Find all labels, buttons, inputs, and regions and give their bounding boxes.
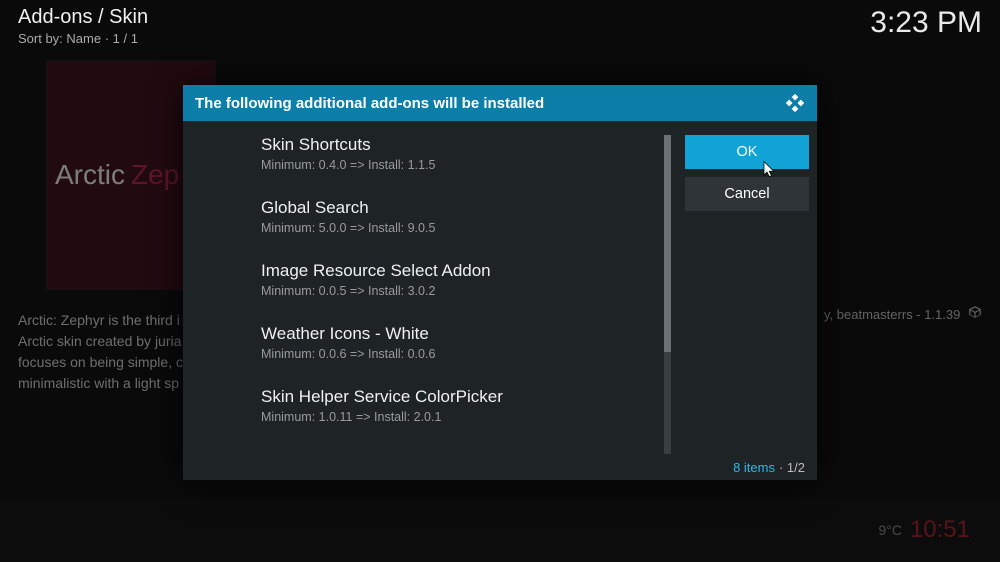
dialog-header: The following additional add-ons will be… xyxy=(183,85,817,121)
bottom-status-bar: 9°C 10:51 xyxy=(0,498,1000,562)
weather-temp: 9°C xyxy=(878,522,902,538)
scroll-thumb[interactable] xyxy=(664,135,671,352)
addon-version-info: Minimum: 0.4.0 => Install: 1.1.5 xyxy=(261,158,657,172)
list-item[interactable]: Global Search Minimum: 5.0.0 => Install:… xyxy=(261,198,657,235)
skin-version-meta: y, beatmasterrs - 1.1.39 xyxy=(824,305,982,322)
scrollbar[interactable] xyxy=(664,135,671,454)
addon-name: Weather Icons - White xyxy=(261,324,657,344)
addon-version-info: Minimum: 1.0.11 => Install: 2.0.1 xyxy=(261,410,657,424)
clock: 3:23 PM xyxy=(870,6,982,40)
page-indicator: · 1/2 xyxy=(779,460,805,475)
list-item[interactable]: Weather Icons - White Minimum: 0.0.6 => … xyxy=(261,324,657,361)
addon-name: Global Search xyxy=(261,198,657,218)
addon-name: Skin Helper Service ColorPicker xyxy=(261,387,657,407)
dialog-title: The following additional add-ons will be… xyxy=(195,95,544,112)
bottom-time: 10:51 xyxy=(910,516,970,544)
kodi-logo-icon xyxy=(785,93,805,113)
ok-button[interactable]: OK xyxy=(685,135,809,169)
addon-name: Image Resource Select Addon xyxy=(261,261,657,281)
dialog-footer: 8 items · 1/2 xyxy=(183,454,817,480)
breadcrumb: Add-ons / Skin xyxy=(18,6,148,29)
addon-name: Skin Shortcuts xyxy=(261,135,657,155)
list-item[interactable]: Image Resource Select Addon Minimum: 0.0… xyxy=(261,261,657,298)
addon-version-info: Minimum: 5.0.0 => Install: 9.0.5 xyxy=(261,221,657,235)
addon-version-info: Minimum: 0.0.5 => Install: 3.0.2 xyxy=(261,284,657,298)
items-count: 8 items xyxy=(733,460,775,475)
install-dependencies-dialog: The following additional add-ons will be… xyxy=(183,85,817,480)
sort-by-line: Sort by: Name · 1 / 1 xyxy=(18,31,148,46)
addon-list: Skin Shortcuts Minimum: 0.4.0 => Install… xyxy=(183,121,677,454)
package-icon xyxy=(968,305,982,322)
skin-title-word-1: Arctic xyxy=(55,159,125,191)
skin-title-word-2: Zep xyxy=(131,159,179,191)
list-item[interactable]: Skin Shortcuts Minimum: 0.4.0 => Install… xyxy=(261,135,657,172)
cancel-button[interactable]: Cancel xyxy=(685,177,809,211)
addon-version-info: Minimum: 0.0.6 => Install: 0.0.6 xyxy=(261,347,657,361)
list-item[interactable]: Skin Helper Service ColorPicker Minimum:… xyxy=(261,387,657,424)
